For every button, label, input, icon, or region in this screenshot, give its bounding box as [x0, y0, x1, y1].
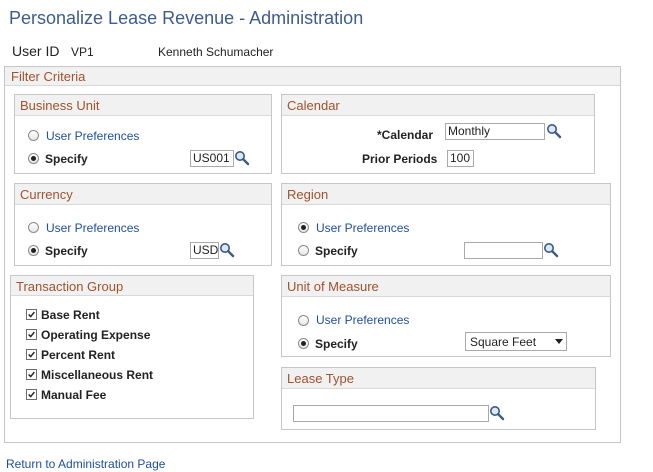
filter-criteria-header: Filter Criteria [5, 67, 620, 86]
manual-fee-label: Manual Fee [41, 388, 107, 402]
currency-group: Currency User Preferences Specify USD [14, 183, 272, 266]
unit-of-measure-selected-value: Square Feet [470, 335, 537, 349]
base-rent-checkbox[interactable] [26, 309, 37, 320]
miscellaneous-rent-label: Miscellaneous Rent [41, 368, 154, 382]
lease-type-input[interactable] [293, 405, 489, 422]
checkmark-icon [27, 310, 36, 319]
checkmark-icon [27, 390, 36, 399]
business-unit-specify-label: Specify [45, 152, 88, 166]
miscellaneous-rent-checkbox[interactable] [26, 369, 37, 380]
region-user-preferences-radio[interactable] [298, 222, 309, 233]
calendar-group: Calendar *Calendar Monthly Prior Periods… [281, 94, 595, 174]
currency-title: Currency [20, 187, 73, 202]
lease-type-lookup-icon[interactable] [489, 405, 505, 421]
lease-type-title: Lease Type [287, 371, 354, 386]
currency-lookup-icon[interactable] [219, 242, 235, 258]
page-title: Personalize Lease Revenue - Administrati… [9, 8, 364, 28]
unit-of-measure-select[interactable]: Square Feet [465, 332, 567, 351]
region-specify-label: Specify [315, 244, 358, 258]
business-unit-input[interactable]: US001 [190, 150, 234, 167]
region-group: Region User Preferences Specify [281, 183, 611, 266]
user-id-value: VP1 [71, 45, 94, 59]
filter-criteria-title: Filter Criteria [11, 69, 86, 84]
calendar-label: *Calendar [377, 128, 434, 142]
business-unit-title: Business Unit [20, 98, 100, 113]
checkmark-icon [27, 330, 36, 339]
region-user-preferences-link[interactable]: User Preferences [316, 221, 409, 235]
calendar-lookup-icon[interactable] [546, 123, 562, 139]
unit-of-measure-group: Unit of Measure User Preferences Specify… [281, 275, 611, 357]
base-rent-label: Base Rent [41, 308, 100, 322]
currency-specify-radio[interactable] [28, 245, 39, 256]
percent-rent-label: Percent Rent [41, 348, 116, 362]
currency-user-preferences-radio[interactable] [28, 222, 39, 233]
region-input[interactable] [464, 242, 543, 259]
operating-expense-checkbox[interactable] [26, 329, 37, 340]
manual-fee-checkbox[interactable] [26, 389, 37, 400]
region-title: Region [287, 187, 329, 202]
transaction-group-title: Transaction Group [16, 279, 124, 294]
unit-of-measure-specify-label: Specify [315, 337, 358, 351]
checkmark-icon [27, 350, 36, 359]
transaction-group: Transaction Group Base Rent Operating Ex… [10, 275, 254, 419]
unit-of-measure-specify-radio[interactable] [298, 338, 309, 349]
user-name: Kenneth Schumacher [158, 45, 274, 59]
currency-user-preferences-link[interactable]: User Preferences [46, 221, 139, 235]
region-specify-radio[interactable] [298, 245, 309, 256]
percent-rent-checkbox[interactable] [26, 349, 37, 360]
currency-input[interactable]: USD [190, 242, 219, 259]
return-to-administration-link[interactable]: Return to Administration Page [6, 457, 165, 471]
chevron-down-icon [555, 339, 563, 344]
unit-of-measure-title: Unit of Measure [287, 279, 379, 294]
business-unit-user-preferences-link[interactable]: User Preferences [46, 129, 139, 143]
prior-periods-label: Prior Periods [362, 152, 438, 166]
business-unit-lookup-icon[interactable] [234, 150, 250, 166]
lease-type-group: Lease Type [281, 367, 596, 430]
business-unit-user-preferences-radio[interactable] [28, 130, 39, 141]
prior-periods-input[interactable]: 100 [447, 150, 474, 167]
currency-specify-label: Specify [45, 244, 88, 258]
checkmark-icon [27, 370, 36, 379]
business-unit-specify-radio[interactable] [28, 153, 39, 164]
region-lookup-icon[interactable] [543, 242, 559, 258]
user-id-label: User ID [12, 43, 60, 59]
operating-expense-label: Operating Expense [41, 328, 151, 342]
unit-of-measure-user-preferences-radio[interactable] [298, 315, 309, 326]
calendar-title: Calendar [287, 98, 340, 113]
unit-of-measure-user-preferences-link[interactable]: User Preferences [316, 313, 409, 327]
calendar-input[interactable]: Monthly [445, 123, 545, 140]
business-unit-group: Business Unit User Preferences Specify U… [14, 94, 272, 174]
